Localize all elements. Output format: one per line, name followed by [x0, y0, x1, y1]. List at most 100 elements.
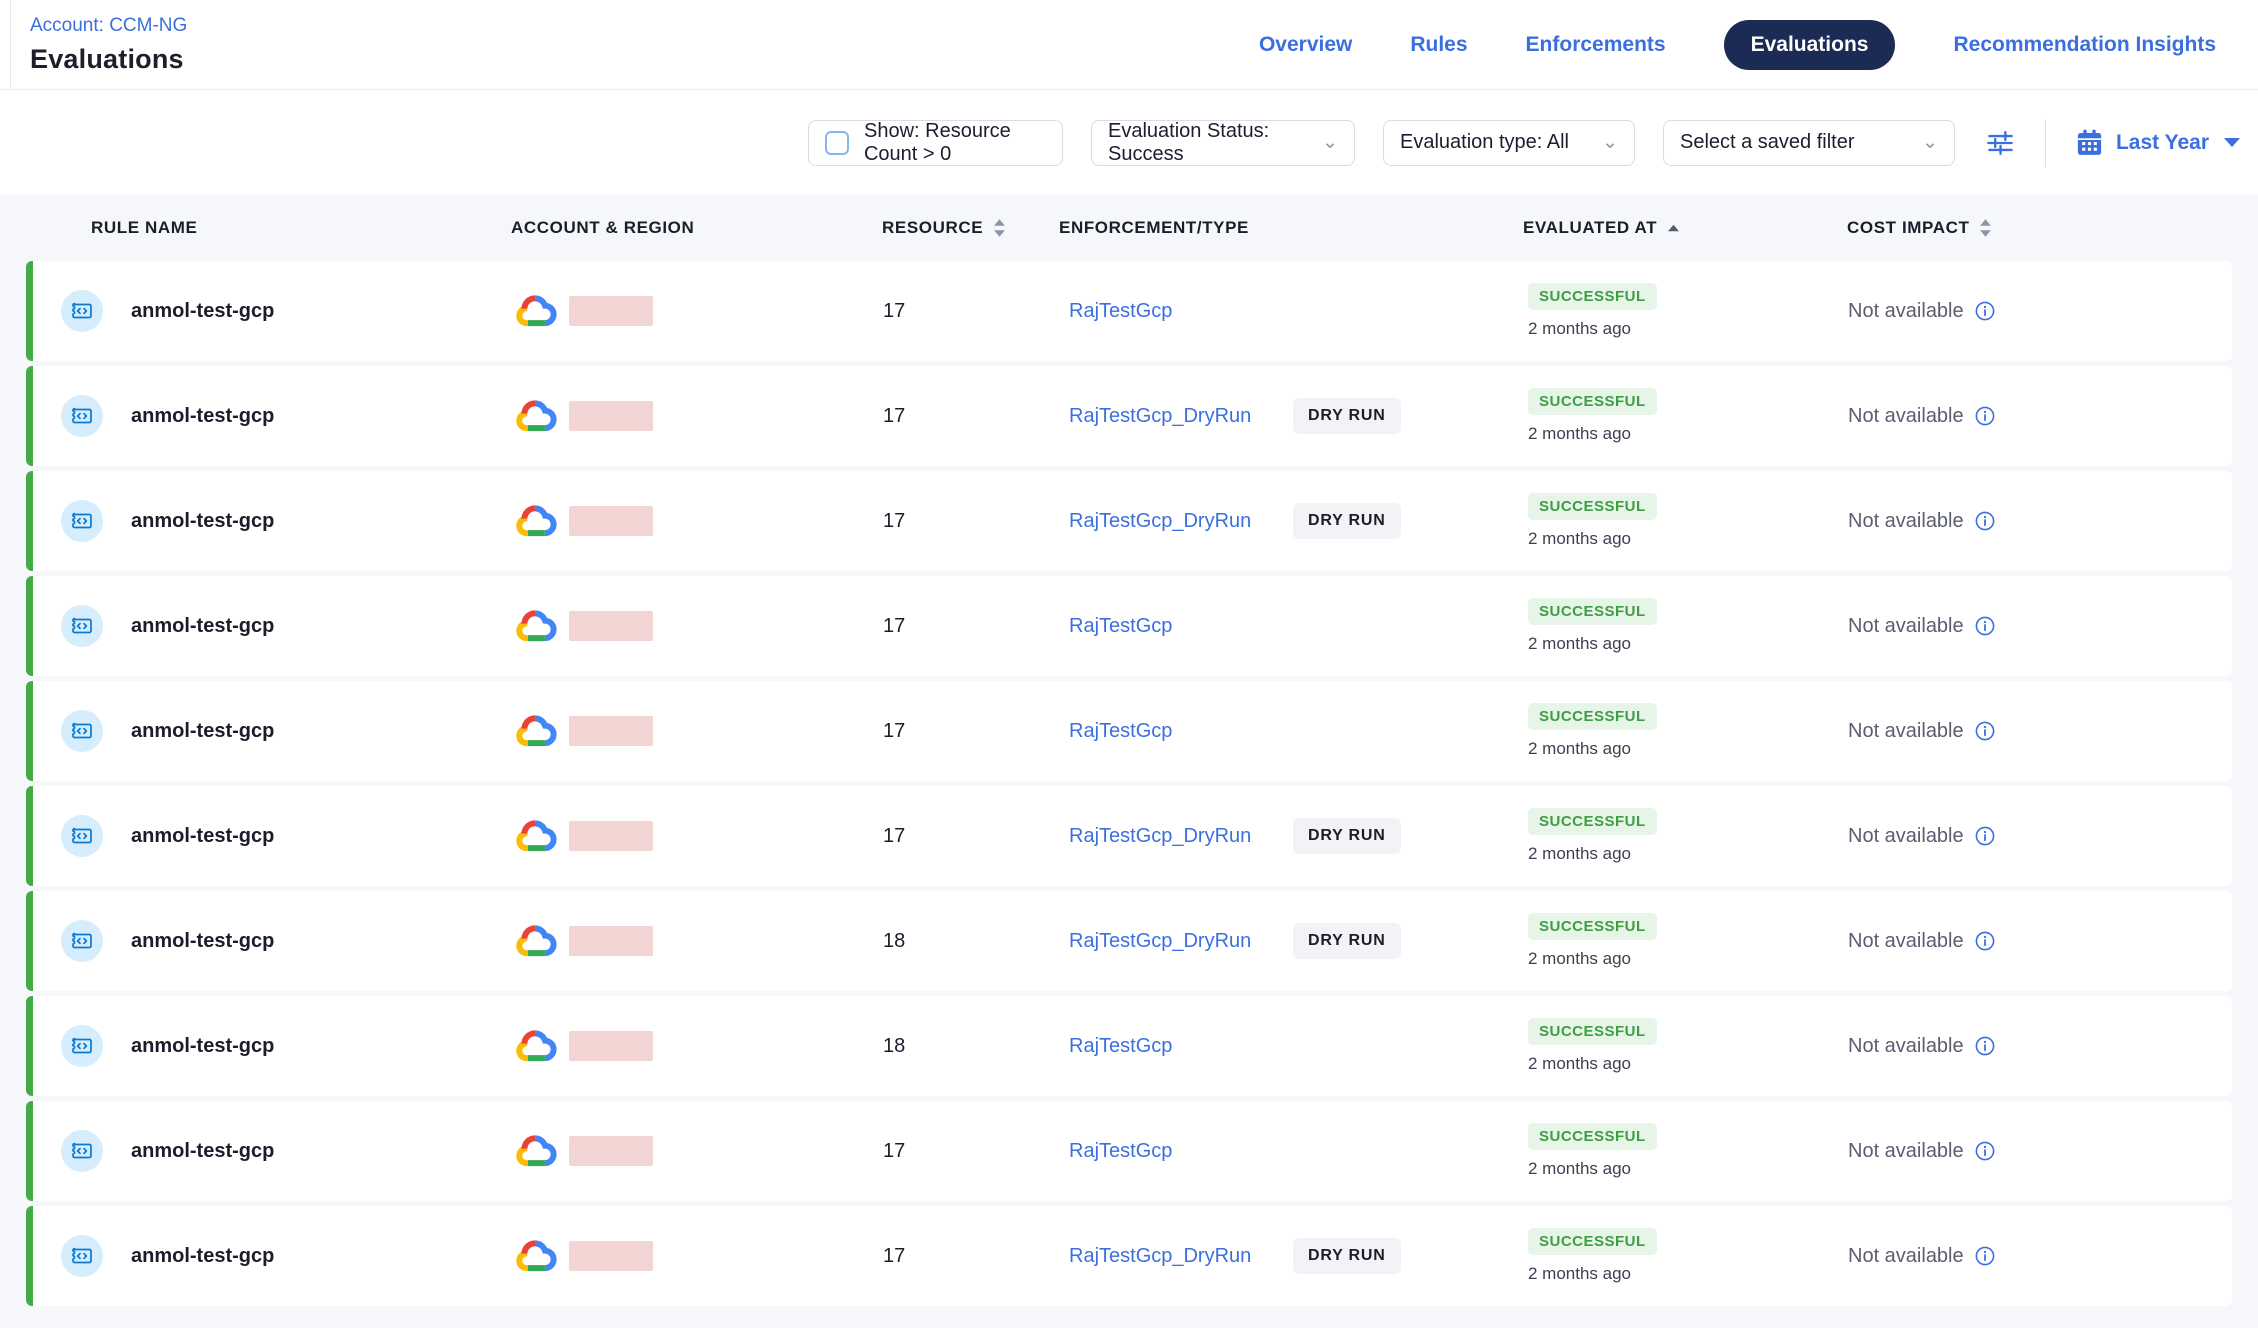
status-badge: SUCCESSFUL — [1528, 283, 1657, 310]
info-icon[interactable] — [1974, 615, 1996, 637]
rule-name-cell: anmol-test-gcp — [61, 1025, 512, 1067]
rule-code-icon — [61, 500, 103, 542]
enforcement-cell: RajTestGcp_DryRun DRY RUN — [1060, 503, 1524, 539]
evaluation-status-dropdown[interactable]: Evaluation Status: Success ⌄ — [1091, 120, 1355, 166]
info-icon[interactable] — [1974, 510, 1996, 532]
evaluation-type-dropdown[interactable]: Evaluation type: All ⌄ — [1383, 120, 1635, 166]
tab-overview[interactable]: Overview — [1259, 33, 1352, 57]
calendar-icon — [2074, 127, 2105, 158]
enforcement-cell: RajTestGcp_DryRun DRY RUN — [1060, 818, 1524, 854]
resource-count-checkbox[interactable] — [825, 131, 849, 155]
info-icon[interactable] — [1974, 300, 1996, 322]
rule-name-cell: anmol-test-gcp — [61, 710, 512, 752]
info-icon[interactable] — [1974, 720, 1996, 742]
table-row[interactable]: anmol-test-gcp 17 RajTestGcp_DryRun DRY … — [26, 1206, 2232, 1306]
table-row[interactable]: anmol-test-gcp 17 RajTestGcp SUCCESSFUL … — [26, 681, 2232, 781]
enforcement-link[interactable]: RajTestGcp — [1069, 720, 1293, 743]
tab-rules[interactable]: Rules — [1410, 33, 1467, 57]
table-row[interactable]: anmol-test-gcp 18 RajTestGcp_DryRun DRY … — [26, 891, 2232, 991]
account-region-cell — [512, 291, 883, 332]
info-icon[interactable] — [1974, 1245, 1996, 1267]
col-cost-impact[interactable]: COST IMPACT — [1847, 218, 2232, 238]
cost-impact-cell: Not available — [1848, 930, 2232, 953]
evaluations-table: RULE NAME ACCOUNT & REGION RESOURCE ENFO… — [0, 195, 2258, 1328]
status-badge: SUCCESSFUL — [1528, 1018, 1657, 1045]
col-evaluated-at[interactable]: EVALUATED AT — [1523, 218, 1847, 238]
rule-name: anmol-test-gcp — [131, 825, 274, 848]
enforcement-cell: RajTestGcp — [1060, 1035, 1524, 1058]
tab-enforcements[interactable]: Enforcements — [1526, 33, 1666, 57]
enforcement-link[interactable]: RajTestGcp_DryRun — [1069, 825, 1293, 848]
tab-evaluations-active[interactable]: Evaluations — [1724, 20, 1896, 70]
account-region-cell — [512, 711, 883, 752]
date-range-value: Last Year — [2116, 131, 2209, 155]
status-badge: SUCCESSFUL — [1528, 913, 1657, 940]
enforcement-link[interactable]: RajTestGcp — [1069, 300, 1293, 323]
tab-recommendation-insights[interactable]: Recommendation Insights — [1953, 33, 2216, 57]
status-badge: SUCCESSFUL — [1528, 703, 1657, 730]
enforcement-link[interactable]: RajTestGcp_DryRun — [1069, 930, 1293, 953]
sort-icon[interactable] — [993, 219, 1006, 237]
rule-name: anmol-test-gcp — [131, 300, 274, 323]
info-icon[interactable] — [1974, 405, 1996, 427]
info-icon[interactable] — [1974, 1140, 1996, 1162]
table-row[interactable]: anmol-test-gcp 18 RajTestGcp SUCCESSFUL … — [26, 996, 2232, 1096]
resource-count: 17 — [883, 300, 1060, 323]
cost-impact-cell: Not available — [1848, 405, 2232, 428]
date-range-picker[interactable]: Last Year — [2074, 127, 2240, 158]
resource-count: 17 — [883, 1140, 1060, 1163]
evaluated-at-cell: SUCCESSFUL 2 months ago — [1524, 493, 1848, 549]
rule-name-cell: anmol-test-gcp — [61, 1130, 512, 1172]
cost-impact-cell: Not available — [1848, 1140, 2232, 1163]
enforcement-link[interactable]: RajTestGcp — [1069, 615, 1293, 638]
cost-impact-text: Not available — [1848, 405, 1964, 428]
account-region-cell — [512, 1236, 883, 1277]
resource-count-label: Show: Resource Count > 0 — [864, 120, 1046, 166]
enforcement-link[interactable]: RajTestGcp — [1069, 1140, 1293, 1163]
cost-impact-text: Not available — [1848, 1035, 1964, 1058]
enforcement-link[interactable]: RajTestGcp_DryRun — [1069, 405, 1293, 428]
status-badge: SUCCESSFUL — [1528, 598, 1657, 625]
col-account-region[interactable]: ACCOUNT & REGION — [511, 218, 882, 238]
tune-icon[interactable] — [1983, 126, 2017, 160]
rule-code-icon — [61, 1235, 103, 1277]
header-left: Account: CCM-NG Evaluations — [30, 15, 187, 75]
evaluated-at-cell: SUCCESSFUL 2 months ago — [1524, 1123, 1848, 1179]
dry-run-badge: DRY RUN — [1293, 1238, 1401, 1274]
col-rule-name[interactable]: RULE NAME — [60, 218, 511, 238]
table-row[interactable]: anmol-test-gcp 17 RajTestGcp SUCCESSFUL … — [26, 261, 2232, 361]
info-icon[interactable] — [1974, 1035, 1996, 1057]
enforcement-link[interactable]: RajTestGcp_DryRun — [1069, 1245, 1293, 1268]
evaluated-time: 2 months ago — [1528, 1054, 1631, 1074]
gcp-logo-icon — [512, 606, 559, 647]
sort-icon[interactable] — [1979, 219, 1992, 237]
info-icon[interactable] — [1974, 825, 1996, 847]
enforcement-link[interactable]: RajTestGcp_DryRun — [1069, 510, 1293, 533]
evaluated-at-cell: SUCCESSFUL 2 months ago — [1524, 598, 1848, 654]
gcp-logo-icon — [512, 711, 559, 752]
info-icon[interactable] — [1974, 930, 1996, 952]
cost-impact-cell: Not available — [1848, 300, 2232, 323]
resource-count-filter[interactable]: Show: Resource Count > 0 — [808, 120, 1063, 166]
rule-name: anmol-test-gcp — [131, 510, 274, 533]
rule-code-icon — [61, 395, 103, 437]
table-row[interactable]: anmol-test-gcp 17 RajTestGcp_DryRun DRY … — [26, 471, 2232, 571]
breadcrumb[interactable]: Account: CCM-NG — [30, 15, 187, 37]
enforcement-cell: RajTestGcp_DryRun DRY RUN — [1060, 398, 1524, 434]
status-badge: SUCCESSFUL — [1528, 1123, 1657, 1150]
table-row[interactable]: anmol-test-gcp 17 RajTestGcp SUCCESSFUL … — [26, 1101, 2232, 1201]
table-row[interactable]: anmol-test-gcp 17 RajTestGcp_DryRun DRY … — [26, 366, 2232, 466]
col-enforcement-type[interactable]: ENFORCEMENT/TYPE — [1059, 218, 1523, 238]
saved-filter-dropdown[interactable]: Select a saved filter ⌄ — [1663, 120, 1955, 166]
enforcement-link[interactable]: RajTestGcp — [1069, 1035, 1293, 1058]
col-resource[interactable]: RESOURCE — [882, 218, 1059, 238]
chevron-down-icon: ⌄ — [1602, 131, 1618, 154]
table-row[interactable]: anmol-test-gcp 17 RajTestGcp_DryRun DRY … — [26, 786, 2232, 886]
sort-asc-icon[interactable] — [1667, 218, 1680, 238]
page-title: Evaluations — [30, 44, 187, 75]
evaluated-time: 2 months ago — [1528, 634, 1631, 654]
table-row[interactable]: anmol-test-gcp 17 RajTestGcp SUCCESSFUL … — [26, 576, 2232, 676]
redacted-account-name — [569, 926, 653, 956]
status-badge: SUCCESSFUL — [1528, 808, 1657, 835]
dry-run-badge: DRY RUN — [1293, 818, 1401, 854]
